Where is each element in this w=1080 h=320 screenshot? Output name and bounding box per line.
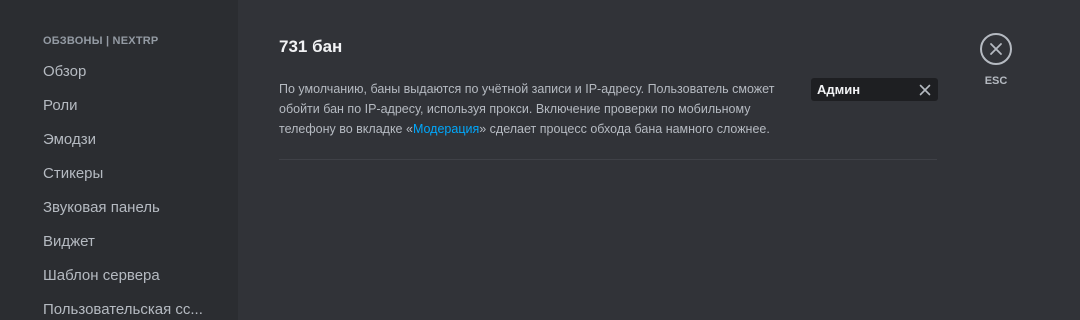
settings-main: 731 бан По умолчанию, баны выдаются по у… (238, 0, 1080, 320)
ban-search-input[interactable] (817, 82, 918, 97)
bans-description: По умолчанию, баны выдаются по учётной з… (279, 79, 779, 139)
moderation-link[interactable]: Модерация (413, 122, 479, 136)
sidebar-item-widget[interactable]: Виджет (35, 226, 218, 258)
sidebar-item-stickers[interactable]: Стикеры (35, 158, 218, 190)
close-icon[interactable] (918, 83, 932, 97)
sidebar-item-roles[interactable]: Роли (35, 90, 218, 122)
sidebar-item-custom-link[interactable]: Пользовательская сс... (35, 294, 218, 320)
page-title: 731 бан (279, 37, 343, 56)
esc-label: ESC (984, 75, 1008, 87)
close-icon (989, 42, 1003, 56)
close-settings: ESC (976, 33, 1016, 88)
section-divider (279, 159, 937, 160)
ban-search-box (811, 78, 938, 101)
sidebar-section-header: ОБЗВОНЫ | NEXTRP (43, 35, 159, 47)
settings-window: ОБЗВОНЫ | NEXTRP Обзор Роли Эмодзи Стике… (0, 0, 1080, 320)
settings-sidebar: ОБЗВОНЫ | NEXTRP Обзор Роли Эмодзи Стике… (0, 0, 238, 320)
sidebar-item-server-template[interactable]: Шаблон сервера (35, 260, 218, 292)
sidebar-item-emoji[interactable]: Эмодзи (35, 124, 218, 156)
close-button[interactable] (980, 33, 1012, 65)
sidebar-item-overview[interactable]: Обзор (35, 56, 218, 88)
sidebar-item-soundboard[interactable]: Звуковая панель (35, 192, 218, 224)
description-text-after: » сделает процесс обхода бана намного сл… (479, 122, 770, 136)
